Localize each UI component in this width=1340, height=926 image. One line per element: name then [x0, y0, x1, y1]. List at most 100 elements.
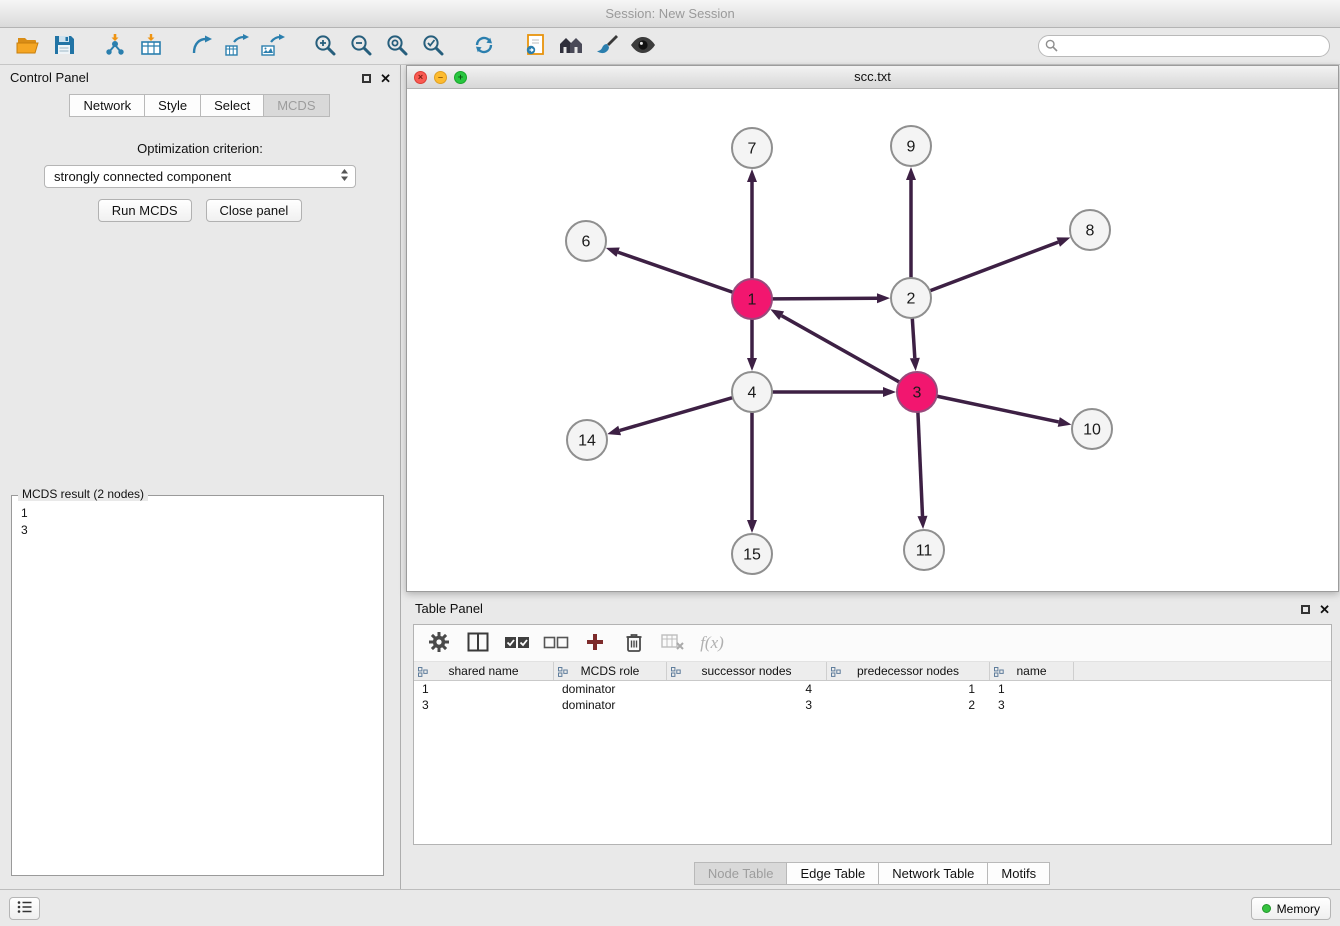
save-session-button[interactable]	[46, 31, 82, 61]
graph-node-6[interactable]: 6	[566, 221, 606, 261]
float-panel-icon[interactable]	[362, 74, 371, 83]
mcds-result-list[interactable]: 1 3	[12, 496, 383, 539]
close-table-panel-icon[interactable]: ✕	[1319, 603, 1330, 616]
task-history-button[interactable]	[9, 897, 40, 920]
run-mcds-button[interactable]: Run MCDS	[98, 199, 192, 222]
tab-motifs[interactable]: Motifs	[987, 862, 1050, 885]
tab-edge-table[interactable]: Edge Table	[786, 862, 879, 885]
cell-successor-nodes[interactable]: 4	[667, 682, 827, 696]
cell-shared-name[interactable]: 3	[414, 698, 554, 712]
graph-edge-1-6[interactable]	[618, 252, 733, 292]
network-window-titlebar[interactable]: × – + scc.txt	[407, 66, 1338, 89]
graph-edge-2-8[interactable]	[930, 242, 1059, 291]
cell-mcds-role[interactable]: dominator	[554, 682, 667, 696]
open-session-button[interactable]	[10, 31, 46, 61]
close-window-button[interactable]: ×	[414, 71, 427, 84]
tab-select[interactable]: Select	[200, 94, 264, 117]
cell-predecessor-nodes[interactable]: 2	[827, 698, 990, 712]
export-table-button[interactable]	[220, 31, 256, 61]
graph-arrowhead-3-11	[918, 516, 928, 529]
add-column-button[interactable]	[582, 630, 608, 656]
graph-edge-3-11[interactable]	[918, 412, 923, 516]
column-header-name[interactable]: name	[990, 662, 1074, 680]
table-settings-button[interactable]	[426, 630, 452, 656]
import-network-button[interactable]	[97, 31, 133, 61]
graph-node-2[interactable]: 2	[891, 278, 931, 318]
graph-edge-4-14[interactable]	[620, 398, 733, 431]
document-network-icon	[524, 33, 546, 60]
zoom-in-icon	[313, 33, 337, 60]
table-panel-header: Table Panel ✕	[406, 596, 1339, 622]
select-all-button[interactable]	[504, 630, 530, 656]
network-canvas[interactable]: 7 9 6 8 1 2 4 3 14 10 15 11	[407, 89, 1338, 591]
graph-node-4[interactable]: 4	[732, 372, 772, 412]
graph-node-label: 3	[913, 385, 922, 402]
show-hide-button[interactable]	[625, 31, 661, 61]
table-row[interactable]: 1 dominator 4 1 1	[414, 681, 1331, 697]
graph-edge-1-2[interactable]	[772, 298, 877, 299]
zoom-selected-button[interactable]	[415, 31, 451, 61]
cell-name[interactable]: 1	[990, 682, 1074, 696]
graph-node-10[interactable]: 10	[1072, 409, 1112, 449]
export-image-button[interactable]	[256, 31, 292, 61]
graph-node-1[interactable]: 1	[732, 279, 772, 319]
refresh-layout-button[interactable]	[466, 31, 502, 61]
graph-node-15[interactable]: 15	[732, 534, 772, 574]
graph-edge-3-10[interactable]	[937, 396, 1059, 422]
style-brush-button[interactable]	[589, 31, 625, 61]
graph-edge-3-1[interactable]	[782, 316, 900, 382]
tab-network-table[interactable]: Network Table	[878, 862, 988, 885]
graph-node-8[interactable]: 8	[1070, 210, 1110, 250]
deselect-all-button[interactable]	[543, 630, 569, 656]
maximize-window-button[interactable]: +	[454, 71, 467, 84]
cell-mcds-role[interactable]: dominator	[554, 698, 667, 712]
tab-network[interactable]: Network	[69, 94, 145, 117]
export-image-icon	[261, 34, 287, 59]
table-row[interactable]: 3 dominator 3 2 3	[414, 697, 1331, 713]
search-input[interactable]	[1038, 35, 1330, 57]
optimization-criterion-label: Optimization criterion:	[0, 141, 400, 156]
zoom-fit-button[interactable]	[379, 31, 415, 61]
minimize-window-button[interactable]: –	[434, 71, 447, 84]
float-table-panel-icon[interactable]	[1301, 605, 1310, 614]
home-layout-button[interactable]	[553, 31, 589, 61]
node-table-body: f(x) shared name MCDS role successor nod…	[413, 624, 1332, 845]
close-panel-icon[interactable]: ✕	[380, 72, 391, 85]
list-icon	[17, 900, 33, 917]
cell-successor-nodes[interactable]: 3	[667, 698, 827, 712]
delete-column-button[interactable]	[621, 630, 647, 656]
column-header-mcds-role[interactable]: MCDS role	[554, 662, 667, 680]
column-label: name	[1016, 664, 1046, 678]
cell-name[interactable]: 3	[990, 698, 1074, 712]
import-table-button[interactable]	[133, 31, 169, 61]
graph-node-11[interactable]: 11	[904, 530, 944, 570]
cell-shared-name[interactable]: 1	[414, 682, 554, 696]
mcds-result-title: MCDS result (2 nodes)	[18, 487, 148, 501]
zoom-in-button[interactable]	[307, 31, 343, 61]
tab-mcds[interactable]: MCDS	[263, 94, 329, 117]
clone-network-button[interactable]	[517, 31, 553, 61]
close-panel-button[interactable]: Close panel	[206, 199, 303, 222]
criterion-select[interactable]: strongly connected component	[44, 165, 356, 188]
graph-node-label: 9	[907, 139, 916, 156]
column-label: successor nodes	[701, 664, 791, 678]
graph-node-14[interactable]: 14	[567, 420, 607, 460]
export-network-button[interactable]	[184, 31, 220, 61]
column-header-shared-name[interactable]: shared name	[414, 662, 554, 680]
column-type-icon	[831, 666, 841, 680]
column-header-successor-nodes[interactable]: successor nodes	[667, 662, 827, 680]
table-panel: Table Panel ✕ f(x) shared name MCDS role…	[406, 596, 1339, 889]
memory-button[interactable]: Memory	[1251, 897, 1331, 920]
graph-node-3[interactable]: 3	[897, 372, 937, 412]
tab-style[interactable]: Style	[144, 94, 201, 117]
tab-node-table[interactable]: Node Table	[694, 862, 788, 885]
search-field[interactable]	[1038, 35, 1330, 57]
graph-edge-2-3[interactable]	[912, 318, 915, 358]
control-panel: Control Panel ✕ NetworkStyleSelectMCDS O…	[0, 65, 401, 889]
zoom-out-button[interactable]	[343, 31, 379, 61]
graph-node-9[interactable]: 9	[891, 126, 931, 166]
graph-node-7[interactable]: 7	[732, 128, 772, 168]
column-header-predecessor-nodes[interactable]: predecessor nodes	[827, 662, 990, 680]
show-columns-button[interactable]	[465, 630, 491, 656]
cell-predecessor-nodes[interactable]: 1	[827, 682, 990, 696]
